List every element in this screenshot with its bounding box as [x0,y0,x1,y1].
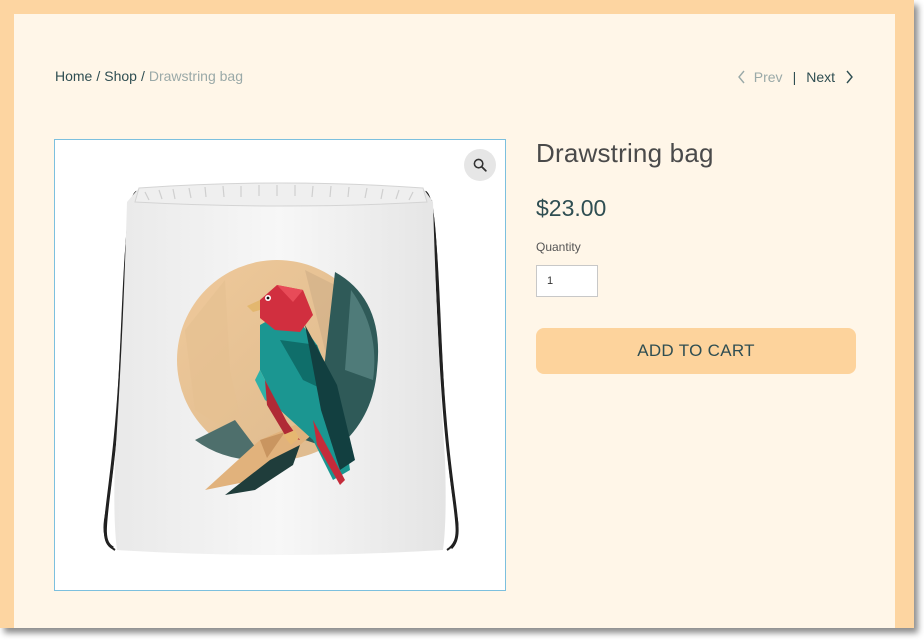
breadcrumb-separator: / [140,68,145,84]
next-link[interactable]: Next [806,69,855,85]
product-price: $23.00 [536,195,607,221]
magnifier-icon [473,158,487,172]
product-image[interactable] [54,139,506,591]
breadcrumb-home-link[interactable]: Home [55,68,92,84]
product-pager: Prev | Next [736,69,855,85]
breadcrumb-shop-link[interactable]: Shop [104,68,137,84]
breadcrumb-current: Drawstring bag [148,68,243,84]
chevron-left-icon [737,70,745,84]
add-to-cart-button[interactable]: ADD TO CART [536,328,856,374]
breadcrumb-separator: / [96,68,101,84]
prev-link[interactable]: Prev [736,69,783,85]
drawstring-bag-image [103,182,459,555]
product-title: Drawstring bag [536,138,714,168]
breadcrumb: Home / Shop / Drawstring bag [55,68,243,84]
quantity-label: Quantity [536,240,581,254]
zoom-button[interactable] [464,149,496,181]
pager-divider: | [792,69,797,85]
chevron-right-icon [846,70,853,84]
quantity-input[interactable] [536,265,598,297]
prev-label: Prev [753,69,783,85]
product-page: Home/Shop/Drawstring bag Prev | Next [14,14,895,628]
next-label: Next [806,69,835,85]
